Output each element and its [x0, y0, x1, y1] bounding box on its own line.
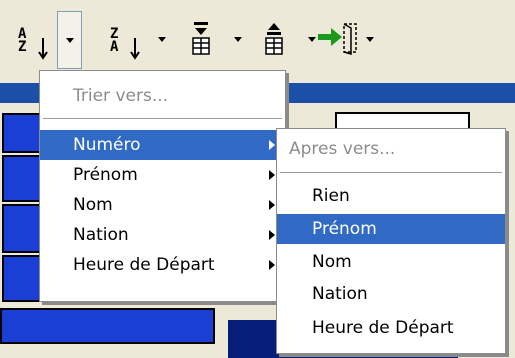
sort-descending-dropdown-button[interactable]: [152, 0, 172, 80]
move-to-top-button[interactable]: [255, 0, 295, 80]
export-dropdown-button[interactable]: [364, 0, 380, 80]
submenu-item-label: Nation: [312, 284, 368, 304]
submenu-item-nom[interactable]: Nom: [277, 247, 505, 277]
submenu-item-rien[interactable]: Rien: [277, 181, 505, 211]
menu-item-nation[interactable]: Nation: [40, 220, 285, 250]
menu-separator: [43, 118, 282, 120]
submenu-arrow-icon: [269, 230, 275, 240]
sort-ascending-bottom-letter: Z: [18, 39, 27, 55]
sort-ascending-dropdown-button[interactable]: [57, 11, 82, 69]
submenu-item-label: Heure de Départ: [312, 318, 454, 338]
menu-item-label: Numéro: [73, 135, 141, 155]
submenu-arrow-icon: [269, 140, 275, 150]
chevron-down-icon: [66, 38, 74, 43]
menu-header-label: Trier vers...: [73, 86, 169, 106]
submenu-item-heure-de-depart[interactable]: Heure de Départ: [277, 313, 505, 343]
sort-descending-button[interactable]: Z A: [108, 0, 152, 80]
menu-item-label: Prénom: [73, 165, 138, 185]
submenu-header-label: Apres vers...: [289, 139, 396, 159]
menu-item-label: Nom: [73, 195, 113, 215]
menu-item-numero[interactable]: Numéro: [40, 130, 285, 160]
menu-header: Trier vers...: [40, 81, 285, 111]
chevron-down-icon: [308, 37, 316, 42]
submenu-arrow-icon: [269, 260, 275, 270]
sort-arrow-icon: [130, 38, 140, 60]
submenu-arrow-icon: [269, 200, 275, 210]
toolbar: A Z Z A: [0, 0, 515, 80]
export-door-icon: [318, 23, 357, 55]
sort-ascending-icon: A Z: [18, 27, 48, 60]
menu-separator: [280, 172, 502, 174]
sort-descending-icon: Z A: [110, 27, 140, 60]
submenu-item-label: Nom: [312, 252, 352, 272]
chevron-down-icon: [158, 37, 166, 42]
submenu-item-label: Prénom: [312, 219, 377, 239]
menu-item-label: Nation: [73, 225, 129, 245]
submenu-item-nation[interactable]: Nation: [277, 279, 505, 309]
sort-arrow-icon: [38, 38, 48, 60]
submenu-header: Apres vers...: [277, 134, 505, 164]
chevron-down-icon: [234, 37, 242, 42]
sort-ascending-button[interactable]: A Z: [14, 0, 60, 80]
chevron-down-icon: [366, 37, 374, 42]
menu-item-nom[interactable]: Nom: [40, 190, 285, 220]
sort-menu: Trier vers... Numéro Prénom Nom Nation H…: [39, 70, 286, 302]
menu-item-heure-de-depart[interactable]: Heure de Départ: [40, 250, 285, 280]
menu-item-prenom[interactable]: Prénom: [40, 160, 285, 190]
move-to-bottom-button[interactable]: [180, 0, 220, 80]
grid-cell-selected[interactable]: [0, 308, 215, 344]
move-to-top-dropdown-button[interactable]: [300, 0, 320, 80]
move-to-bottom-dropdown-button[interactable]: [226, 0, 246, 80]
then-sort-submenu: Apres vers... Rien Prénom Nom Nation Heu…: [276, 128, 506, 354]
export-button[interactable]: [318, 0, 364, 80]
menu-item-label: Heure de Départ: [73, 255, 215, 275]
submenu-item-label: Rien: [312, 186, 350, 206]
move-down-icon: [192, 22, 210, 55]
submenu-item-prenom[interactable]: Prénom: [277, 214, 505, 244]
move-up-icon: [265, 23, 283, 55]
sort-descending-bottom-letter: A: [110, 39, 119, 55]
submenu-arrow-icon: [269, 170, 275, 180]
